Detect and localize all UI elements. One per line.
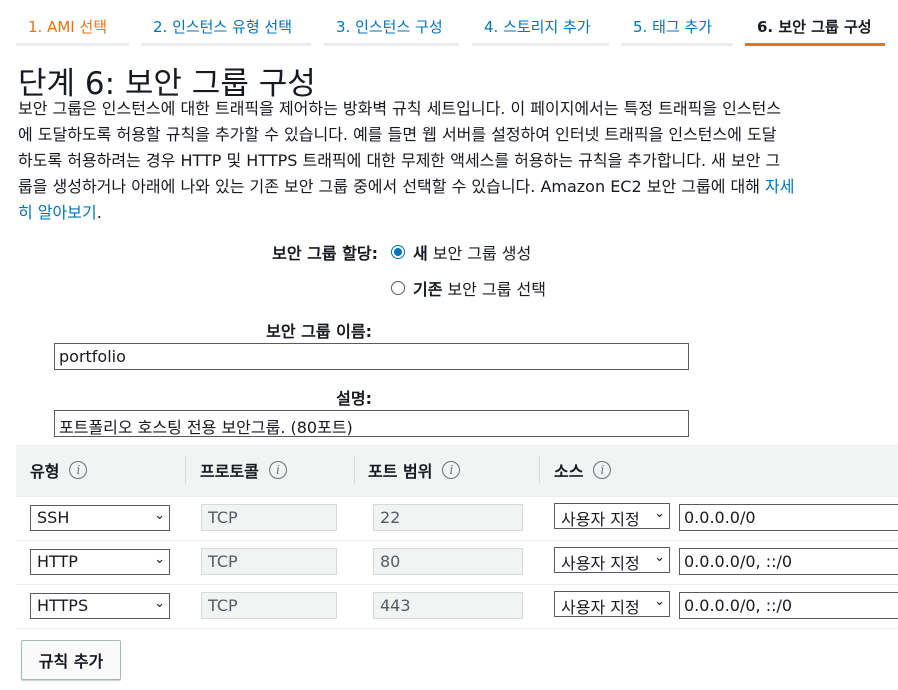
rule-port-range: 443	[373, 592, 523, 619]
chevron-down-icon: ⌄	[654, 594, 665, 609]
group-desc-label: 설명:	[336, 389, 372, 408]
rule-source-select[interactable]: 사용자 지정 ⌄	[554, 591, 670, 617]
column-divider[interactable]	[539, 456, 540, 484]
rule-source-input[interactable]: 0.0.0.0/0	[679, 504, 898, 531]
chevron-down-icon: ⌄	[654, 506, 665, 521]
header-type: 유형 i	[30, 458, 88, 482]
rule-protocol: TCP	[201, 592, 337, 619]
rule-protocol: TCP	[201, 504, 337, 531]
rule-protocol: TCP	[201, 548, 337, 575]
rule-source-select[interactable]: 사용자 지정 ⌄	[554, 503, 670, 529]
step-security-group[interactable]: 6. 보안 그룹 구성	[745, 16, 885, 46]
step-add-tags[interactable]: 5. 태그 추가	[621, 16, 733, 46]
chevron-down-icon: ⌄	[654, 550, 665, 565]
rule-source-input[interactable]: 0.0.0.0/0, ::/0	[679, 548, 898, 575]
chevron-down-icon: ⌄	[154, 508, 165, 523]
rule-type-select[interactable]: SSH ⌄	[30, 505, 170, 531]
learn-more-link[interactable]: 히 알아보기	[18, 203, 97, 222]
radio-selected-icon[interactable]	[391, 245, 405, 259]
rule-port-range: 22	[373, 504, 523, 531]
rule-source-select[interactable]: 사용자 지정 ⌄	[554, 547, 670, 573]
step-configure-instance[interactable]: 3. 인스턴스 구성	[324, 16, 459, 46]
group-name-label: 보안 그룹 이름:	[266, 322, 372, 341]
rule-type-select[interactable]: HTTP ⌄	[30, 549, 170, 575]
group-desc-input[interactable]: 포트폴리오 호스팅 전용 보안그룹. (80포트)	[54, 410, 689, 437]
info-icon[interactable]: i	[442, 461, 461, 479]
column-divider[interactable]	[354, 456, 355, 484]
wizard-steps: 1. AMI 선택 2. 인스턴스 유형 선택 3. 인스턴스 구성 4. 스토…	[0, 0, 898, 48]
radio-existing-group[interactable]: 기존 보안 그룹 선택	[391, 276, 546, 300]
info-icon[interactable]: i	[593, 461, 612, 479]
step-ami[interactable]: 1. AMI 선택	[16, 16, 129, 46]
rule-type-select[interactable]: HTTPS ⌄	[30, 593, 170, 619]
rules-table-header: 유형 i 프로토콜 i 포트 범위 i 소스 i	[16, 445, 898, 497]
radio-unselected-icon[interactable]	[391, 281, 405, 295]
radio-new-group[interactable]: 새 보안 그룹 생성	[391, 240, 531, 264]
header-port-range: 포트 범위 i	[368, 458, 461, 482]
info-icon[interactable]: i	[69, 461, 88, 479]
add-rule-button[interactable]: 규칙 추가	[21, 640, 121, 680]
learn-more-link-start[interactable]: 자세	[765, 177, 794, 196]
header-source: 소스 i	[554, 458, 612, 482]
table-row: HTTP ⌄ TCP 80 사용자 지정 ⌄ 0.0.0.0/0, ::/0	[16, 540, 898, 585]
table-row: SSH ⌄ TCP 22 사용자 지정 ⌄ 0.0.0.0/0	[16, 496, 898, 541]
table-row: HTTPS ⌄ TCP 443 사용자 지정 ⌄ 0.0.0.0/0, ::/0	[16, 584, 898, 629]
chevron-down-icon: ⌄	[154, 552, 165, 567]
step-add-storage[interactable]: 4. 스토리지 추가	[472, 16, 609, 46]
info-icon[interactable]: i	[268, 461, 287, 479]
rule-port-range: 80	[373, 548, 523, 575]
rule-source-input[interactable]: 0.0.0.0/0, ::/0	[679, 592, 898, 619]
column-divider[interactable]	[185, 456, 186, 484]
header-protocol: 프로토콜 i	[200, 458, 287, 482]
page-description: 보안 그룹은 인스턴스에 대한 트래픽을 제어하는 방화벽 규칙 세트입니다. …	[18, 99, 795, 222]
chevron-down-icon: ⌄	[154, 596, 165, 611]
assign-label: 보안 그룹 할당:	[272, 244, 378, 263]
step-instance-type[interactable]: 2. 인스턴스 유형 선택	[141, 16, 311, 46]
group-name-input[interactable]: portfolio	[54, 343, 689, 370]
